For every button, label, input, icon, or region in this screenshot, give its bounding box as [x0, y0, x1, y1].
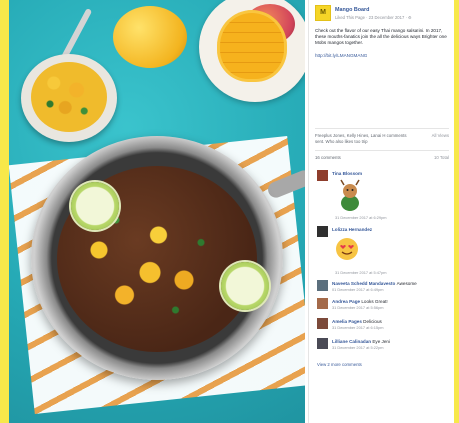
comment-time: 31 December 2017 at 6:15pm: [332, 325, 384, 330]
comment-time: 31 December 2017 at 6:29pm: [335, 215, 387, 220]
post-link[interactable]: http://bit.ly/LMANGMANG: [315, 53, 449, 59]
heart-eyes-emoji: [336, 238, 358, 260]
comments-count[interactable]: 16 comments: [315, 155, 341, 161]
cubed-mango: [217, 10, 287, 82]
author-name[interactable]: Naveeta Schedd Mandavesto: [332, 281, 395, 286]
divider: [315, 150, 449, 151]
post-header: M Mango Board Liked This Page · 23 Decem…: [315, 5, 450, 23]
avatar[interactable]: [317, 226, 328, 237]
divider: [315, 128, 449, 129]
post-viewer: M Mango Board Liked This Page · 23 Decem…: [9, 0, 454, 423]
salsa-in-bowl: [31, 62, 107, 132]
comment-time: 31 December 2017 at 5:56pm: [332, 305, 384, 310]
post-caption: Check out the flavor of our easy Thai ma…: [315, 28, 447, 46]
page-name[interactable]: Mango Board: [335, 7, 369, 14]
author-name[interactable]: Amelia Pages: [332, 319, 362, 324]
sort-label[interactable]: All Views: [432, 133, 449, 139]
avatar-letter: M: [320, 9, 326, 17]
avatar[interactable]: [317, 170, 328, 181]
post-photo[interactable]: [9, 0, 305, 423]
lime-slice-bottom: [221, 262, 269, 310]
author-name[interactable]: Lilliane Calinadan: [332, 339, 371, 344]
whole-mango: [113, 6, 187, 68]
comment-text: Awesome: [396, 281, 417, 286]
comment-time: 31 December 2017 at 5:22pm: [332, 345, 384, 350]
total-label[interactable]: 10 Total: [434, 155, 449, 161]
deer-sticker: [340, 179, 360, 211]
comment-time: 31 December 2017 at 5:47pm: [335, 270, 387, 275]
post-sidebar: M Mango Board Liked This Page · 23 Decem…: [308, 0, 454, 423]
avatar[interactable]: [317, 318, 328, 329]
lime-slice-top: [71, 182, 119, 230]
reaction-summary[interactable]: Freeplus Jones, Kelly Hines, Lanai H com…: [315, 133, 413, 145]
comment-text: Looks Great!: [361, 299, 388, 304]
comment-text: Delicious: [363, 319, 382, 324]
page-avatar[interactable]: M: [315, 5, 331, 21]
view-more-comments-link[interactable]: View 2 more comments: [317, 362, 362, 368]
comment-text: Eye Jeni: [372, 339, 390, 344]
comment-time: 01 December 2017 at 6:49pm: [332, 287, 384, 292]
comment-author[interactable]: Lolizza Hernandez: [332, 227, 372, 233]
avatar[interactable]: [317, 280, 328, 291]
author-name[interactable]: Andrea Page: [332, 299, 360, 304]
comment-author[interactable]: Tina Blossom: [332, 171, 362, 177]
avatar[interactable]: [317, 338, 328, 349]
post-meta: Liked This Page · 23 December 2017 · ⚙: [335, 15, 412, 20]
post-text: Check out the flavor of our easy Thai ma…: [315, 28, 449, 59]
avatar[interactable]: [317, 298, 328, 309]
